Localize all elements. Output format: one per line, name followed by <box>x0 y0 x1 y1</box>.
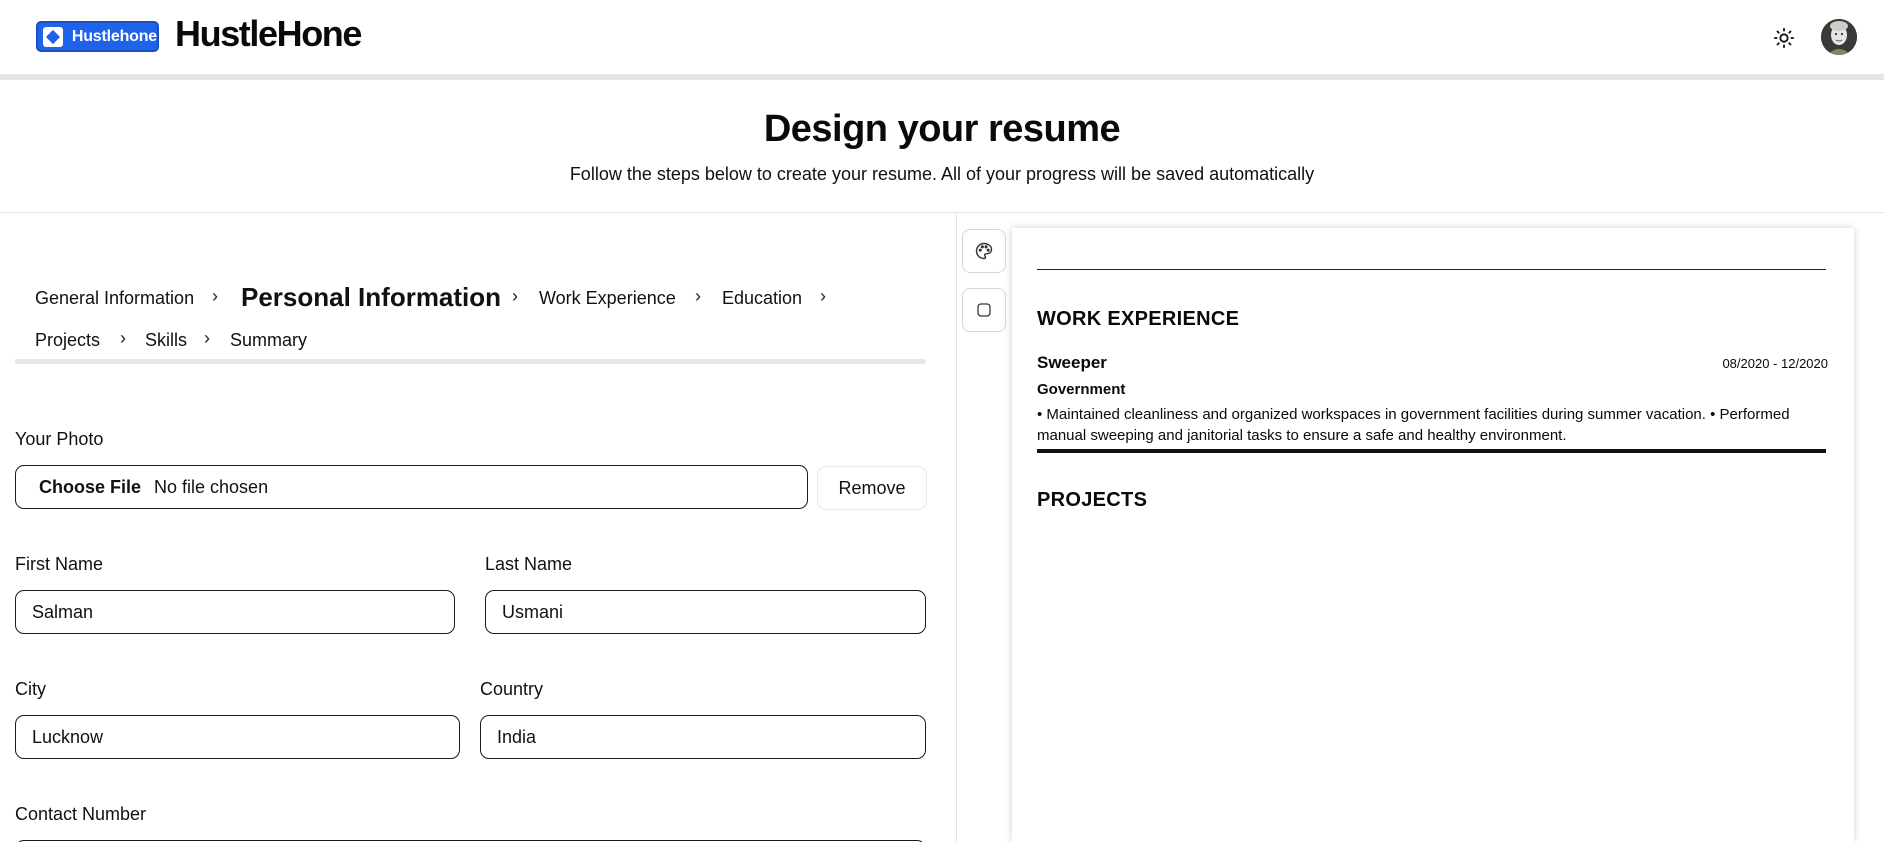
contact-number-label: Contact Number <box>15 804 147 824</box>
chevron-right-icon: › <box>212 286 218 306</box>
first-name-field[interactable] <box>15 590 455 634</box>
file-status: No file chosen <box>154 476 269 497</box>
work-experience-heading: WORK EXPERIENCE <box>1037 308 1240 330</box>
steps-divider <box>15 359 926 364</box>
chevron-right-icon: › <box>695 286 701 306</box>
logo-badge[interactable]: Hustlehone <box>36 21 159 52</box>
color-palette-button[interactable] <box>962 229 1006 273</box>
projects-heading: PROJECTS <box>1037 489 1148 511</box>
chevron-right-icon: › <box>820 286 826 306</box>
last-name-field[interactable] <box>485 590 926 634</box>
theme-toggle-button[interactable] <box>1770 24 1798 52</box>
city-input[interactable] <box>32 726 459 748</box>
chevron-right-icon: › <box>120 328 126 348</box>
country-field[interactable] <box>480 715 926 759</box>
avatar-portrait-icon <box>1821 19 1857 55</box>
choose-file-button[interactable]: Choose File <box>39 477 141 498</box>
country-input[interactable] <box>497 726 925 748</box>
step-summary[interactable]: Summary <box>230 330 307 351</box>
first-name-label: First Name <box>15 554 104 574</box>
square-icon <box>977 303 991 317</box>
border-style-button[interactable] <box>962 288 1006 332</box>
remove-photo-button[interactable]: Remove <box>817 466 927 510</box>
job-description: • Maintained cleanliness and organized w… <box>1037 406 1790 444</box>
page-header: Design your resume Follow the steps belo… <box>0 86 1884 213</box>
city-field[interactable] <box>15 715 460 759</box>
brand-name[interactable]: HustleHone <box>175 13 362 55</box>
logo-diamond-icon <box>43 26 63 47</box>
first-name-input[interactable] <box>32 601 454 623</box>
city-label: City <box>15 679 46 699</box>
section-divider <box>1037 269 1826 270</box>
last-name-label: Last Name <box>485 554 573 574</box>
user-avatar[interactable] <box>1821 19 1857 55</box>
resume-form-panel: General Information › Personal Informati… <box>0 213 957 842</box>
page-title: Design your resume <box>763 108 1121 150</box>
job-company: Government <box>1037 381 1126 398</box>
step-personal-information[interactable]: Personal Information <box>241 282 501 313</box>
job-dates: 08/2020 - 12/2020 <box>1722 356 1828 371</box>
sun-icon <box>1773 27 1795 49</box>
photo-label: Your Photo <box>15 429 104 449</box>
section-divider-thick <box>1037 449 1826 453</box>
step-projects[interactable]: Projects <box>35 330 100 351</box>
country-label: Country <box>480 679 544 699</box>
step-work-experience[interactable]: Work Experience <box>539 288 676 309</box>
logo-text: Hustlehone <box>71 27 157 45</box>
chevron-right-icon: › <box>512 286 518 306</box>
page-subtitle: Follow the steps below to create your re… <box>569 164 1315 184</box>
photo-file-input[interactable]: Choose File No file chosen <box>15 465 808 509</box>
palette-icon <box>975 242 993 260</box>
last-name-input[interactable] <box>502 601 925 623</box>
step-general-information[interactable]: General Information <box>35 288 194 309</box>
chevron-right-icon: › <box>204 328 210 348</box>
job-title: Sweeper <box>1037 353 1107 372</box>
step-education[interactable]: Education <box>722 288 802 309</box>
resume-preview: WORK EXPERIENCE Sweeper 08/2020 - 12/202… <box>1012 228 1854 842</box>
top-navbar: Hustlehone HustleHone <box>0 0 1884 80</box>
step-skills[interactable]: Skills <box>145 330 187 351</box>
